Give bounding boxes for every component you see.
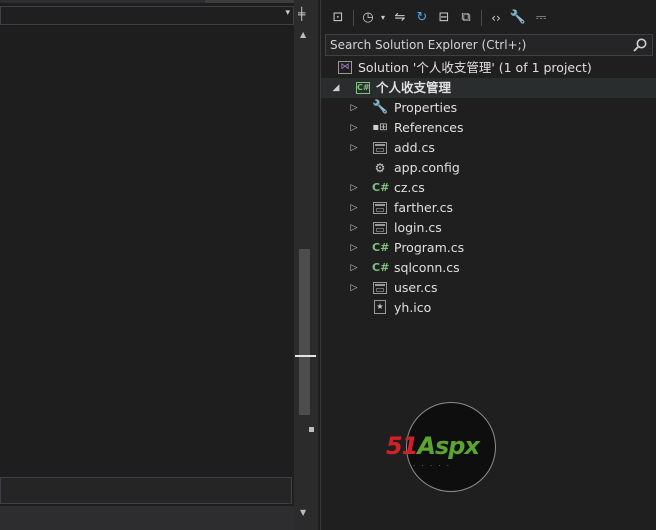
tree-item-label: cz.cs	[394, 180, 425, 195]
preview-selected-items-icon[interactable]: ⎓	[531, 9, 551, 27]
editor-area: ▾	[0, 0, 296, 530]
tree-item-label: user.cs	[394, 280, 438, 295]
tree-item-label: login.cs	[394, 220, 442, 235]
toolbar-separator	[353, 10, 354, 26]
tree-item[interactable]: ▷ C# sqlconn.cs	[321, 258, 656, 278]
expanded-arrow-icon[interactable]: ◢	[331, 81, 341, 95]
tree-item-label: References	[394, 120, 464, 135]
dropdown-arrow-icon[interactable]: ▾	[378, 9, 388, 27]
search-solution-explorer[interactable]	[325, 34, 653, 56]
form-file-icon	[373, 282, 387, 294]
scrollbar-marker-dot	[309, 427, 314, 432]
tree-item-label: sqlconn.cs	[394, 260, 460, 275]
expand-arrow-icon[interactable]: ▷	[349, 281, 359, 295]
watermark-subtext: · · · · ·	[413, 462, 452, 470]
switch-views-icon[interactable]: ⊡	[329, 9, 347, 27]
references-icon: ▪⊞	[372, 122, 388, 133]
bottom-panel	[0, 506, 296, 530]
view-code-icon[interactable]: ‹›	[487, 9, 505, 27]
tree-item[interactable]: ▷ ▪⊞ References	[321, 118, 656, 138]
expand-arrow-icon[interactable]: ▷	[349, 121, 359, 135]
csharp-file-icon: C#	[372, 181, 390, 194]
scroll-down-arrow-icon[interactable]: ▼	[300, 508, 306, 517]
navigation-dropdown[interactable]: ▾	[0, 6, 294, 25]
search-input[interactable]	[326, 35, 630, 55]
csharp-file-icon: C#	[372, 241, 390, 254]
toolbar-separator	[481, 10, 482, 26]
expand-arrow-icon[interactable]: ▷	[349, 101, 359, 115]
solution-label: Solution '个人收支管理' (1 of 1 project)	[358, 60, 592, 75]
editor-canvas[interactable]	[0, 26, 294, 472]
scrollbar-position-marker	[295, 355, 316, 357]
tree-item-label: add.cs	[394, 140, 435, 155]
show-all-files-icon[interactable]: ⧉	[457, 9, 475, 27]
tree-item-label: yh.ico	[394, 300, 432, 315]
tree-item[interactable]: ▷ farther.cs	[321, 198, 656, 218]
watermark-logo-text: 51Aspx	[386, 432, 480, 460]
chevron-down-icon[interactable]: ▾	[285, 8, 290, 18]
tree-item[interactable]: ▷ user.cs	[321, 278, 656, 298]
pending-changes-filter-icon[interactable]: ◷	[359, 9, 377, 27]
expand-arrow-icon[interactable]: ▷	[349, 261, 359, 275]
tree-item[interactable]: ▷ add.cs	[321, 138, 656, 158]
icon-file-icon: ★	[374, 300, 386, 314]
tree-node-solution[interactable]: ⋈ Solution '个人收支管理' (1 of 1 project)	[321, 58, 656, 78]
watermark-brand-name: Aspx	[417, 432, 480, 460]
wrench-icon: 🔧	[372, 100, 389, 115]
refresh-icon[interactable]: ↻	[413, 9, 431, 27]
scroll-up-arrow-icon[interactable]: ▲	[300, 30, 306, 39]
form-file-icon	[373, 222, 387, 234]
split-window-icon[interactable]: ╪	[298, 8, 305, 20]
sync-with-active-document-icon[interactable]: ⇋	[391, 9, 409, 27]
expand-arrow-icon[interactable]: ▷	[349, 181, 359, 195]
tree-item[interactable]: ▷ C# cz.cs	[321, 178, 656, 198]
properties-icon[interactable]: 🔧	[509, 9, 527, 27]
expand-arrow-icon[interactable]: ▷	[349, 221, 359, 235]
collapse-all-icon[interactable]: ⊟	[435, 9, 453, 27]
project-label: 个人收支管理	[376, 80, 452, 95]
tree-item[interactable]: ▷ login.cs	[321, 218, 656, 238]
scrollbar-thumb[interactable]	[299, 249, 310, 415]
tree-item[interactable]: ★ yh.ico	[321, 298, 656, 318]
search-icon[interactable]	[632, 37, 648, 53]
output-field[interactable]	[0, 477, 292, 504]
solution-icon: ⋈	[338, 61, 352, 74]
tree-item[interactable]: ▷ C# Program.cs	[321, 238, 656, 258]
expand-arrow-icon[interactable]: ▷	[349, 201, 359, 215]
tree-node-project[interactable]: ◢ C# 个人收支管理	[321, 78, 656, 98]
tree-item-label: Properties	[394, 100, 458, 115]
51aspx-watermark: 51Aspx · · · · ·	[385, 402, 515, 498]
config-file-icon: ⚙	[374, 161, 386, 175]
form-file-icon	[373, 142, 387, 154]
expand-arrow-icon[interactable]: ▷	[349, 141, 359, 155]
csharp-project-icon: C#	[356, 82, 370, 94]
tree-item-label: app.config	[394, 160, 460, 175]
expand-arrow-icon[interactable]: ▷	[349, 241, 359, 255]
tree-item[interactable]: ⚙ app.config	[321, 158, 656, 178]
editor-tab[interactable]	[205, 0, 296, 3]
solution-explorer-toolbar: ⊡ ◷ ▾ ⇋ ↻ ⊟ ⧉ ‹› 🔧 ⎓	[321, 6, 656, 30]
form-file-icon	[373, 202, 387, 214]
tree-item-label: Program.cs	[394, 240, 465, 255]
tree-item[interactable]: ▷ 🔧 Properties	[321, 98, 656, 118]
watermark-brand-number: 51	[386, 432, 418, 460]
csharp-file-icon: C#	[372, 261, 390, 274]
editor-tab-strip	[0, 0, 296, 3]
tree-item-label: farther.cs	[394, 200, 454, 215]
